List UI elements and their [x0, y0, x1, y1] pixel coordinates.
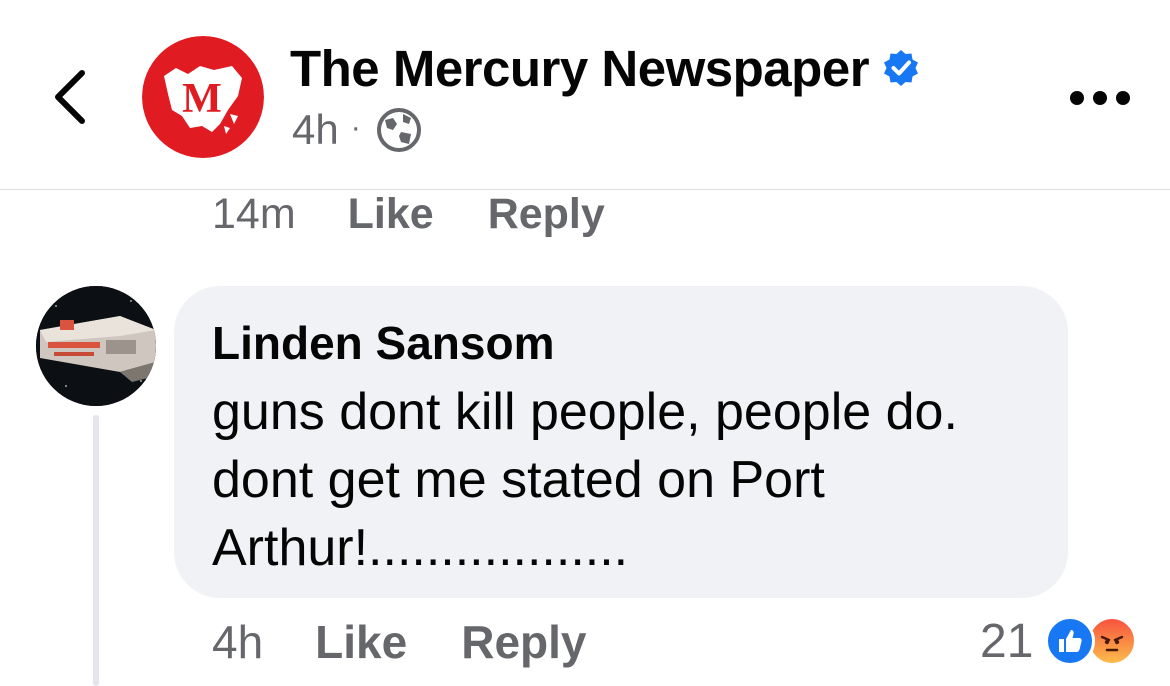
page-name[interactable]: The Mercury Newspaper — [290, 39, 870, 98]
more-dot — [1093, 91, 1107, 105]
comment-actions: 4h Like Reply — [212, 612, 586, 672]
comment-text: guns dont kill people, people do. dont g… — [212, 378, 1052, 582]
chevron-left-icon — [55, 70, 85, 124]
meta-separator: · — [350, 111, 361, 144]
post-comments-view: M The Mercury Newspaper 4h · 14m Like Re… — [0, 0, 1170, 686]
svg-text:M: M — [182, 76, 222, 122]
post-timestamp[interactable]: 4h — [292, 106, 339, 154]
page-logo-avatar[interactable]: M — [142, 36, 264, 158]
comment-text-line: dont get me stated on Port — [212, 451, 825, 509]
post-header: M The Mercury Newspaper 4h · — [0, 0, 1170, 190]
post-meta: 4h · — [292, 104, 423, 156]
previous-comment-actions: 14m Like Reply — [212, 186, 605, 242]
back-button[interactable] — [40, 62, 100, 132]
comment-reactions[interactable]: 21 — [980, 610, 1138, 672]
page-name-row: The Mercury Newspaper — [290, 38, 921, 98]
comment-reply-button[interactable]: Reply — [461, 615, 586, 669]
comment-text-line: guns dont kill people, people do. — [212, 383, 958, 441]
like-icon — [1045, 616, 1096, 666]
previous-comment-like-button[interactable]: Like — [348, 190, 434, 239]
previous-comment-timestamp[interactable]: 14m — [212, 190, 296, 239]
comment-timestamp[interactable]: 4h — [212, 615, 263, 669]
more-dot — [1070, 91, 1084, 105]
more-dot — [1116, 91, 1130, 105]
verified-badge-icon — [881, 48, 921, 88]
comment-author-name[interactable]: Linden Sansom — [212, 316, 554, 370]
comment-like-button[interactable]: Like — [315, 615, 407, 669]
mercury-logo: M — [142, 36, 264, 158]
reaction-count: 21 — [980, 614, 1034, 668]
previous-comment-reply-button[interactable]: Reply — [488, 190, 605, 239]
commenter-avatar[interactable] — [36, 286, 156, 406]
comment-text-line: Arthur!.................. — [212, 519, 629, 577]
thread-line — [93, 415, 99, 686]
more-options-button[interactable] — [1062, 78, 1138, 118]
globe-icon[interactable] — [375, 106, 423, 154]
spaceship-avatar-image — [36, 286, 156, 406]
